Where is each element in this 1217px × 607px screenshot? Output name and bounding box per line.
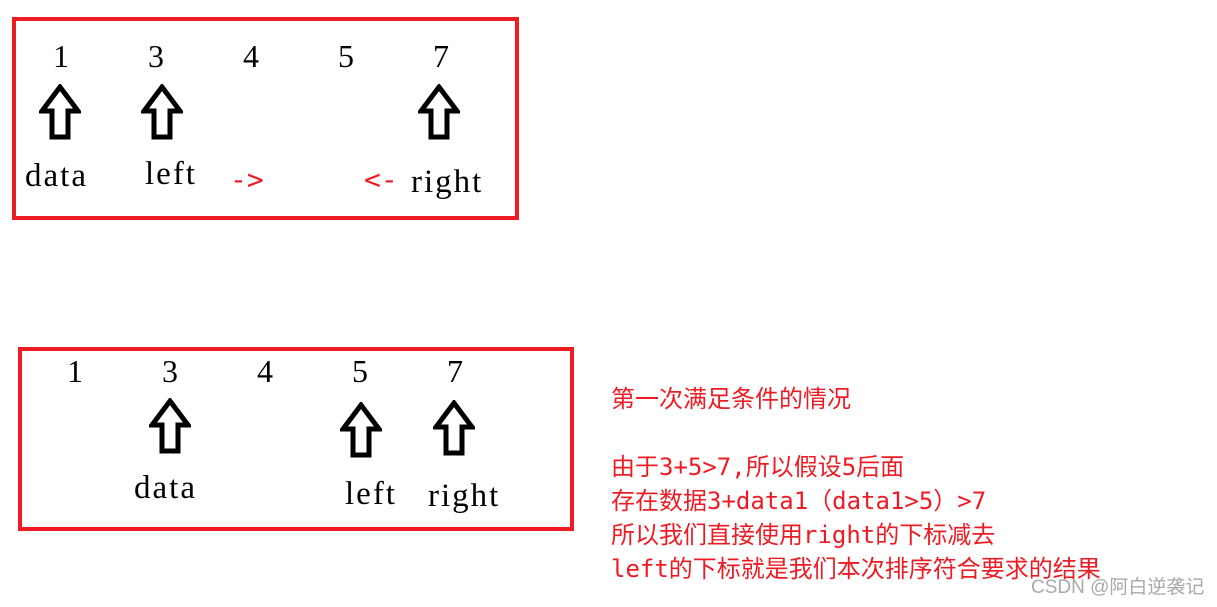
d2-right-up-arrow-icon (433, 400, 475, 456)
d2-right-label: right (428, 478, 501, 514)
d2-left-up-arrow-icon (340, 402, 382, 458)
d1-left-label: left (145, 156, 197, 192)
d2-data-up-arrow-icon (149, 398, 191, 454)
d1-data-up-arrow-icon (39, 84, 81, 140)
notes-line-3: 所以我们直接使用right的下标减去 (611, 521, 996, 549)
d1-move-left-arrow-icon: <- (364, 163, 398, 196)
d2-number-4: 4 (257, 353, 273, 389)
d1-number-1: 1 (53, 38, 69, 74)
notes-title: 第一次满足条件的情况 (611, 385, 851, 413)
csdn-watermark: CSDN @阿白逆袭记 (1031, 577, 1205, 598)
d1-data-label: data (25, 158, 88, 194)
d1-number-4: 4 (243, 38, 259, 74)
notes-line-4: left的下标就是我们本次排序符合要求的结果 (611, 555, 1101, 583)
d1-number-7: 7 (433, 38, 449, 74)
d1-move-right-arrow-icon: -> (230, 163, 264, 196)
d1-left-up-arrow-icon (141, 84, 183, 140)
d1-right-up-arrow-icon (418, 84, 460, 140)
d2-number-3: 3 (162, 353, 178, 389)
d2-number-5: 5 (352, 353, 368, 389)
d2-data-label: data (134, 470, 197, 506)
d1-number-5: 5 (338, 38, 354, 74)
notes-line-2: 存在数据3+data1（data1>5）>7 (611, 487, 987, 515)
d1-number-3: 3 (148, 38, 164, 74)
d2-number-1: 1 (67, 353, 83, 389)
d2-left-label: left (345, 476, 397, 512)
d1-right-label: right (411, 164, 484, 200)
notes-line-1: 由于3+5>7,所以假设5后面 (611, 453, 905, 481)
d2-number-7: 7 (447, 353, 463, 389)
